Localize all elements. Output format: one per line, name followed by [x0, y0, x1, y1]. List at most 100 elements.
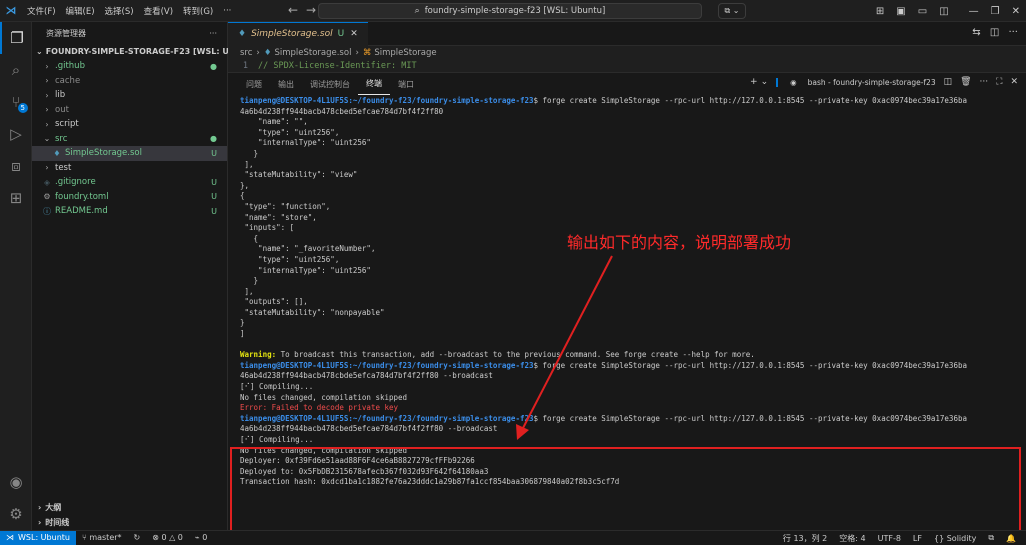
menu-selection[interactable]: 选择(S) [100, 5, 139, 17]
settings-file-icon: ⚙ [43, 192, 51, 202]
language-mode[interactable]: {} Solidity [928, 534, 982, 543]
ports-indicator[interactable]: ⌁ 0 [189, 533, 213, 542]
more-actions-icon[interactable]: ··· [209, 29, 217, 38]
chevron-right-icon: › [45, 61, 49, 71]
terminal-instance[interactable]: ◉ bash - foundry-simple-storage-f23 [776, 77, 936, 87]
sync-icon[interactable]: ↻ [128, 533, 147, 542]
search-view-icon[interactable]: ⌕ [0, 54, 32, 86]
remote-explorer-icon[interactable]: ⧈ [0, 150, 32, 182]
output-line: "outputs": [], [240, 297, 308, 307]
tab-debug-console[interactable]: 调试控制台 [302, 73, 358, 95]
tree-item-src[interactable]: ⌄ src ● [32, 132, 227, 147]
timeline-section[interactable]: › 时间线 [32, 515, 228, 530]
menu-view[interactable]: 查看(V) [139, 5, 178, 17]
breadcrumb-file[interactable]: SimpleStorage.sol [274, 48, 351, 58]
highlight-box [230, 447, 1021, 535]
breadcrumb-src[interactable]: src [240, 48, 252, 58]
workspace-root[interactable]: ⌄ FOUNDRY-SIMPLE-STORAGE-F23 [WSL: UBUNT… [32, 44, 264, 59]
tree-item-test[interactable]: › test [32, 161, 227, 176]
menu-more[interactable]: ··· [218, 6, 236, 16]
tab-problems[interactable]: 问题 [238, 73, 270, 95]
tree-item-out[interactable]: › out [32, 103, 227, 118]
new-terminal-icon[interactable]: + [750, 77, 758, 87]
outline-section[interactable]: › 大纲 [32, 500, 228, 515]
account-icon[interactable]: ◉ [0, 466, 32, 498]
command-wrap: 4a6b4d238ff944bacb478cbed5efcae784d7bf4f… [240, 424, 498, 434]
copilot-button[interactable]: ⧉ ⌄ [718, 3, 746, 19]
split-terminal-icon[interactable]: ◫ [944, 77, 953, 87]
encoding[interactable]: UTF-8 [872, 534, 907, 543]
tab-terminal[interactable]: 终端 [358, 73, 390, 95]
tree-item-gitignore[interactable]: ◈ .gitignore U [32, 175, 227, 190]
output-line: "internalType": "uint256" [240, 265, 371, 275]
close-window-icon[interactable]: ✕ [1006, 6, 1026, 17]
toggle-sidebar-icon[interactable]: ▣ [890, 6, 911, 17]
minimize-icon[interactable]: — [963, 6, 985, 17]
breadcrumb-contract[interactable]: SimpleStorage [374, 48, 436, 58]
command-text: $ forge create SimpleStorage --rpc-url h… [533, 96, 967, 105]
output-line: ], [240, 286, 254, 296]
tree-item-cache[interactable]: › cache [32, 74, 227, 89]
tab-simplestorage-sol[interactable]: ♦ SimpleStorage.sol U ✕ [228, 21, 368, 46]
problems-indicator[interactable]: ⊗ 0 △ 0 [146, 533, 189, 542]
command-line-2: tianpeng@DESKTOP-4L1UF5S:~/foundry-f23/f… [240, 361, 1020, 372]
customize-layout-icon[interactable]: ⊞ [870, 6, 890, 17]
tree-item-script[interactable]: › script [32, 117, 227, 132]
restore-icon[interactable]: ❐ [985, 6, 1006, 17]
indentation[interactable]: 空格: 4 [833, 533, 871, 544]
search-icon: ⌕ [414, 6, 420, 16]
copilot-status-icon[interactable]: ⧉ [982, 533, 1000, 543]
tree-item-lib[interactable]: › lib [32, 88, 227, 103]
outline-label: 大纲 [45, 503, 62, 512]
chevron-right-icon: › [256, 48, 260, 58]
tree-item-label: README.md [55, 206, 108, 217]
vscode-logo-icon: ⋊ [5, 4, 17, 17]
annotation-text: 输出如下的内容，说明部署成功 [567, 233, 792, 252]
notifications-bell-icon[interactable]: 🔔 [1000, 534, 1022, 543]
chevron-down-icon[interactable]: ⌄ [761, 77, 769, 87]
menu-edit[interactable]: 编辑(E) [61, 5, 100, 17]
menu-go[interactable]: 转到(G) [178, 5, 218, 17]
tab-ports[interactable]: 端口 [390, 73, 422, 95]
code-line[interactable]: 1 // SPDX-License-Identifier: MIT [228, 60, 1026, 72]
compare-icon[interactable]: ⇆ [972, 27, 980, 38]
status-bar: ⋊ WSL: Ubuntu ⑂ master* ↻ ⊗ 0 △ 0 ⌁ 0 行 … [0, 530, 1026, 545]
terminal-name: bash - foundry-simple-storage-f23 [807, 77, 936, 87]
remote-indicator[interactable]: ⋊ WSL: Ubuntu [0, 530, 76, 545]
panel-more-icon[interactable]: ··· [980, 77, 989, 87]
activity-bar: ❐ ⌕ ⑂ 5 ▷ ⧈ ⊞ ◉ ⚙ [0, 22, 32, 530]
branch-indicator[interactable]: ⑂ master* [76, 533, 128, 542]
settings-gear-icon[interactable]: ⚙ [0, 498, 32, 530]
close-tab-icon[interactable]: ✕ [350, 29, 358, 39]
cursor-position[interactable]: 行 13，列 2 [777, 533, 833, 544]
tab-output[interactable]: 输出 [270, 73, 302, 95]
split-editor-icon[interactable]: ◫ [990, 27, 999, 38]
source-control-badge: 5 [17, 103, 28, 113]
line-ending[interactable]: LF [907, 534, 928, 543]
tree-item-readme[interactable]: ⓘ README.md U [32, 204, 227, 219]
tree-item-github[interactable]: › .github ● [32, 59, 227, 74]
maximize-panel-icon[interactable]: ⛶ [996, 77, 1002, 87]
run-debug-icon[interactable]: ▷ [0, 118, 32, 150]
solidity-file-icon: ♦ [238, 29, 247, 39]
tree-item-foundry-toml[interactable]: ⚙ foundry.toml U [32, 190, 227, 205]
editor-more-icon[interactable]: ··· [1008, 27, 1018, 38]
source-control-icon[interactable]: ⑂ 5 [0, 86, 32, 118]
output-line: "internalType": "uint256" [240, 138, 371, 148]
tree-item-simplestorage-sol[interactable]: ♦ SimpleStorage.sol U [32, 146, 227, 161]
command-center-search[interactable]: ⌕ foundry-simple-storage-f23 [WSL: Ubunt… [318, 3, 702, 19]
output-line: } [240, 148, 259, 158]
output-line: }, [240, 180, 250, 190]
kill-terminal-icon[interactable]: 🗑 [960, 77, 971, 87]
menu-file[interactable]: 文件(F) [22, 5, 61, 17]
toggle-panel-icon[interactable]: ▭ [912, 6, 933, 17]
explorer-sidebar: 资源管理器 ··· ⌄ FOUNDRY-SIMPLE-STORAGE-F23 [… [32, 22, 264, 530]
close-panel-icon[interactable]: ✕ [1010, 77, 1018, 87]
command-text: $ forge create SimpleStorage --rpc-url h… [533, 413, 967, 423]
language-label: Solidity [946, 533, 977, 543]
toggle-secondary-sidebar-icon[interactable]: ◫ [933, 6, 954, 17]
output-line: "name": "", [240, 117, 308, 127]
extensions-icon[interactable]: ⊞ [0, 182, 32, 214]
explorer-icon[interactable]: ❐ [0, 22, 32, 54]
chevron-down-icon: ⌄ [43, 134, 51, 144]
